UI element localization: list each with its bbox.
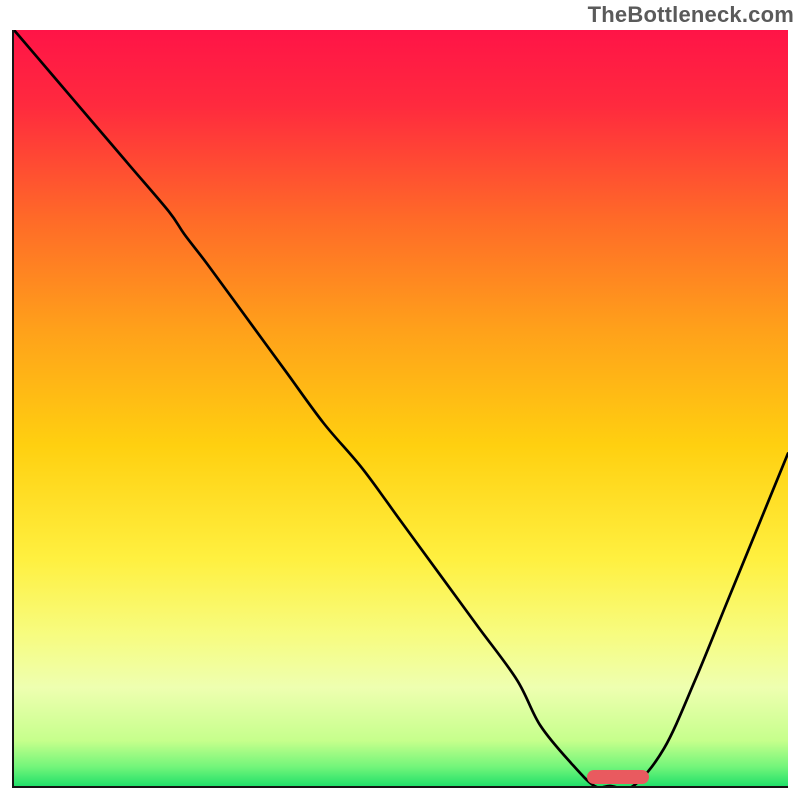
- gradient-background: [14, 30, 788, 786]
- plot-area: [12, 30, 788, 788]
- watermark-text: TheBottleneck.com: [588, 2, 794, 28]
- bottleneck-curve: [14, 30, 788, 786]
- optimal-range-marker: [587, 770, 649, 784]
- bottleneck-chart: TheBottleneck.com: [0, 0, 800, 800]
